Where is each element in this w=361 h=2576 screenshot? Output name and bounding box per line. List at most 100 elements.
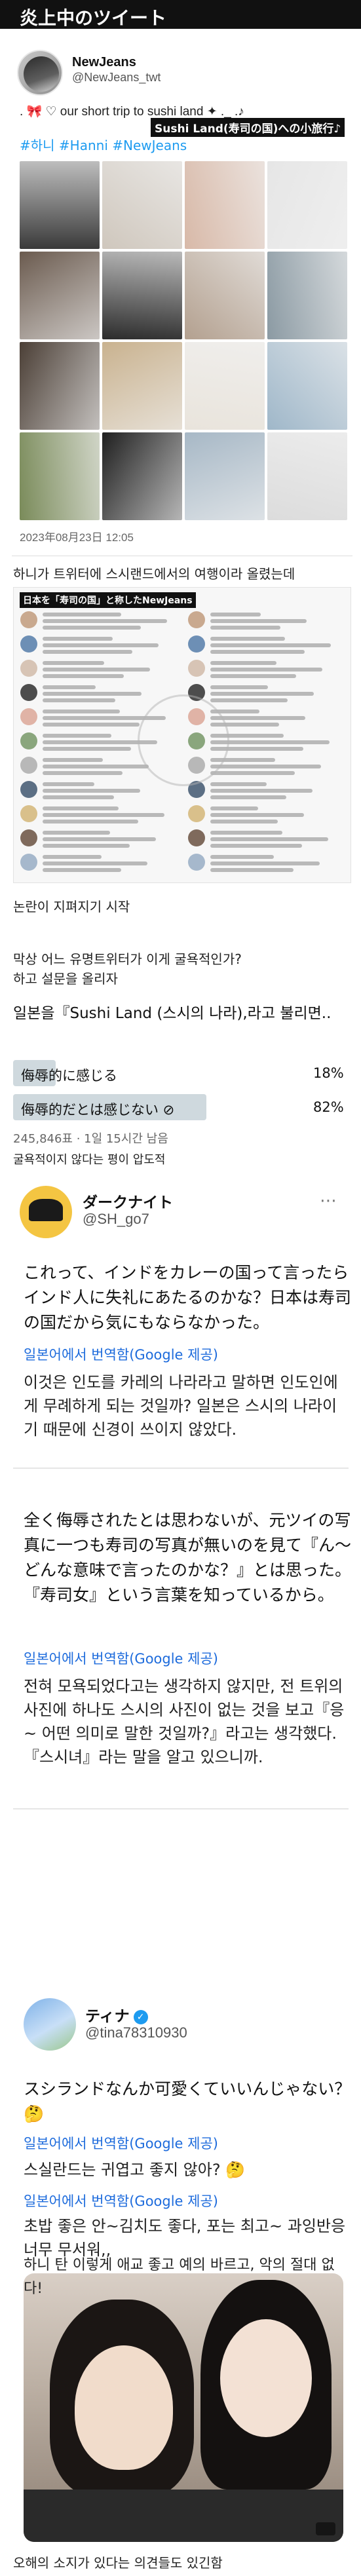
reply-text-line (43, 837, 156, 841)
reply-text-line (210, 868, 294, 872)
reply-text-line (43, 685, 96, 689)
reply-row (20, 658, 178, 681)
photo-thumbnail[interactable] (102, 161, 182, 249)
tweet1-display-name[interactable]: NewJeans (72, 55, 136, 70)
photo-thumbnail[interactable] (20, 432, 100, 520)
tina-avatar[interactable] (24, 1998, 76, 2051)
reply-avatar (188, 854, 205, 871)
tweet2-translation-b: 전혀 모욕되었다고는 생각하지 않지만, 전 트위의 사진에 하나도 스시의 사… (24, 1677, 345, 1766)
reply-avatar (20, 829, 37, 846)
tweet3-photo[interactable] (24, 2273, 343, 2542)
reply-row (188, 804, 345, 826)
more-options-icon[interactable]: ⋯ (320, 1191, 338, 1211)
translate-label[interactable]: 일본어에서 번역함(Google 제공) (24, 1344, 218, 1364)
reply-text-line (210, 661, 276, 665)
reply-text-line (43, 626, 141, 630)
divider (13, 1468, 349, 1469)
tweet2-display-name[interactable]: ダークナイト (83, 1190, 173, 1212)
reply-row (188, 780, 345, 802)
reply-text-line (210, 613, 261, 616)
photo-face (220, 2319, 312, 2437)
photo-thumbnail[interactable] (102, 252, 182, 339)
reply-text-line (210, 820, 278, 824)
darkknight-avatar[interactable] (20, 1186, 72, 1238)
reply-avatar (20, 660, 37, 677)
poll-option-label: 侮辱的だとは感じない ⊘ (21, 1102, 175, 1118)
reply-text-line (210, 789, 313, 793)
reply-text-line (43, 831, 110, 835)
poll-result: 굴욕적이지 않다는 평이 압도적 (13, 1153, 166, 1167)
footer-caption: 오해의 소지가 있다는 의견들도 있긴함 (13, 2555, 223, 2571)
reply-text-line (43, 661, 104, 665)
tweet3-handle[interactable]: @tina78310930 (85, 2024, 187, 2041)
reply-text-line (210, 837, 328, 841)
reply-row (188, 852, 345, 875)
reply-avatar (20, 611, 37, 628)
reply-text-line (210, 685, 268, 689)
translate-label[interactable]: 일본어에서 번역함(Google 제공) (24, 1648, 218, 1668)
tweet3-name-text: ティナ (85, 2008, 130, 2025)
header-banner: 炎上中のツイート (0, 0, 361, 29)
poll-question: 일본을『Sushi Land (스시의 나라),라고 불리면.. (13, 1005, 332, 1022)
photo-thumbnail[interactable] (185, 432, 265, 520)
reply-avatar (20, 732, 37, 749)
photo-thumbnail[interactable] (20, 342, 100, 430)
reply-text-line (210, 692, 314, 696)
kr-line-3: 하고 설문을 올리자 (13, 971, 118, 987)
tweet1-hashtags[interactable]: #하니 #Hanni #NewJeans (20, 135, 187, 154)
photo-thumbnail[interactable] (185, 161, 265, 249)
photo-thumbnail[interactable] (267, 161, 347, 249)
reply-text-line (43, 668, 150, 672)
reply-text-line (43, 674, 124, 678)
photo-thumbnail[interactable] (267, 252, 347, 339)
reply-text-line (210, 806, 258, 810)
poll-meta: 245,846표 · 1일 15시간 남음 (13, 1132, 168, 1146)
photo-thumbnail[interactable] (267, 342, 347, 430)
tweet2-translation-a: 이것은 인도를 카레의 나라라고 말하면 인도인에게 무례하게 되는 것일까? … (24, 1373, 338, 1439)
reply-text-line (210, 619, 307, 623)
kr-line-1: 논란이 지펴지기 시작 (13, 899, 130, 915)
tweet2-text-a: これって、インドをカレーの国って言ったらインド人に失礼にあたるのかな？日本は寿司… (24, 1263, 352, 1332)
reply-row (20, 852, 178, 875)
divider (13, 1808, 349, 1809)
reply-avatar (188, 805, 205, 822)
reply-text-line (43, 710, 120, 713)
reply-avatar (20, 757, 37, 774)
translate-label[interactable]: 일본어에서 번역함(Google 제공) (24, 2191, 218, 2210)
photo-thumbnail[interactable] (20, 252, 100, 339)
reply-text-line (210, 831, 282, 835)
reply-row (188, 658, 345, 681)
reply-text-line (43, 723, 140, 727)
tweet3-display-name[interactable]: ティナ ✓ (85, 2003, 148, 2026)
reply-text-line (43, 844, 130, 848)
verified-badge-icon: ✓ (133, 2009, 148, 2024)
tweet1-photo-grid[interactable] (20, 161, 347, 520)
tweet1-translation-highlight: Sushi Land(寿司の国)への小旅行♪ (151, 118, 345, 137)
tweet1-handle[interactable]: @NewJeans_twt (72, 71, 161, 85)
reply-text-line (43, 795, 114, 799)
reply-text-line (43, 643, 159, 647)
reply-row (188, 828, 345, 850)
photo-thumbnail[interactable] (20, 161, 100, 249)
reply-avatar (188, 611, 205, 628)
reply-text-line (210, 771, 295, 775)
reply-row (20, 683, 178, 705)
translate-label[interactable]: 일본어에서 번역함(Google 제공) (24, 2133, 218, 2153)
reply-text-line (43, 771, 123, 775)
kr-line-2: 막상 어느 유명트위터가 이게 굴욕적인가? (13, 951, 242, 967)
photo-thumbnail[interactable] (185, 252, 265, 339)
photo-thumbnail[interactable] (185, 342, 265, 430)
photo-thumbnail[interactable] (267, 432, 347, 520)
newjeans-avatar[interactable] (17, 50, 63, 96)
reply-row (20, 828, 178, 850)
photo-thumbnail[interactable] (102, 432, 182, 520)
reply-avatar (20, 805, 37, 822)
reply-text-line (43, 806, 119, 810)
reply-text-line (210, 637, 285, 641)
reply-text-line (210, 782, 267, 786)
tweet2-handle[interactable]: @SH_go7 (83, 1211, 149, 1228)
video-icon[interactable] (316, 2522, 335, 2535)
reply-text-line (210, 855, 274, 859)
avatar-image (29, 1199, 63, 1221)
photo-thumbnail[interactable] (102, 342, 182, 430)
